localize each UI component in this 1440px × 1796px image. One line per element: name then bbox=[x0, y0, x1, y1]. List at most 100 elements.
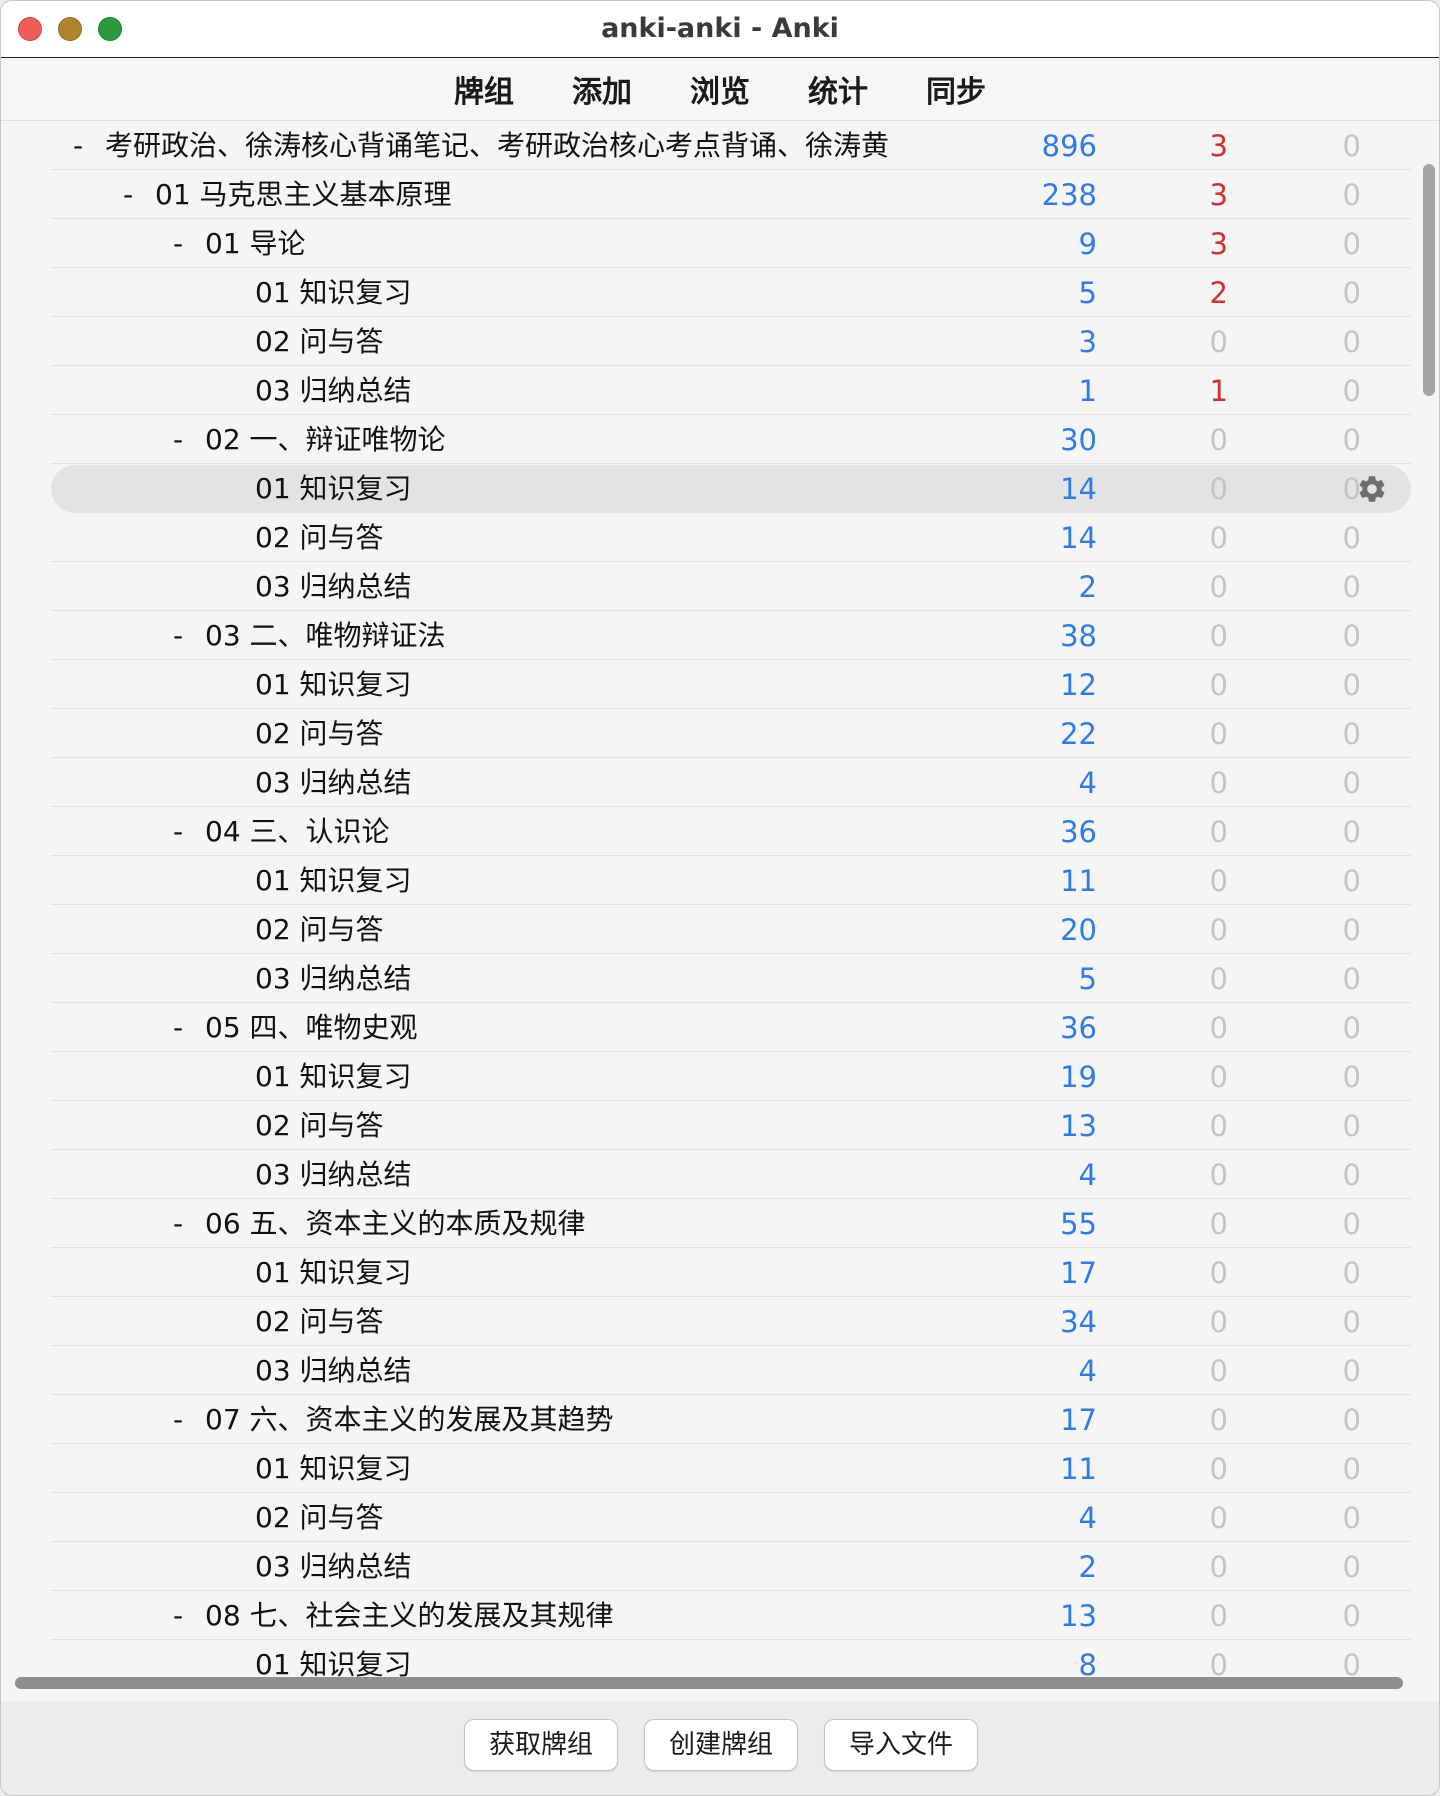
learn-count: 1 bbox=[1209, 374, 1228, 408]
deck-name[interactable]: 01 知识复习 bbox=[255, 1445, 871, 1493]
deck-row[interactable]: 03 归纳总结 5 0 0 bbox=[51, 955, 1411, 1003]
deck-row[interactable]: -01 导论 9 3 0 bbox=[51, 220, 1411, 268]
deck-name[interactable]: 03 归纳总结 bbox=[255, 1151, 871, 1199]
review-count: 0 bbox=[1342, 1158, 1361, 1192]
deck-name[interactable]: 03 归纳总结 bbox=[255, 1543, 871, 1591]
deck-row[interactable]: -04 三、认识论 36 0 0 bbox=[51, 808, 1411, 856]
deck-row[interactable]: -02 一、辩证唯物论 30 0 0 bbox=[51, 416, 1411, 464]
deck-name[interactable]: 考研政治、徐涛核心背诵笔记、考研政治核心考点背诵、徐涛黄 bbox=[105, 122, 941, 170]
deck-row[interactable]: 01 知识复习 8 0 0 bbox=[51, 1641, 1411, 1681]
deck-name[interactable]: 02 问与答 bbox=[255, 514, 871, 562]
horizontal-scrollbar[interactable] bbox=[15, 1677, 1403, 1689]
new-count: 17 bbox=[1060, 1403, 1097, 1437]
gear-icon[interactable] bbox=[1356, 473, 1388, 505]
deck-name[interactable]: 05 四、唯物史观 bbox=[205, 1004, 871, 1052]
deck-name[interactable]: 01 知识复习 bbox=[255, 269, 871, 317]
get-shared-decks-button[interactable]: 获取牌组 bbox=[464, 1719, 618, 1771]
deck-row[interactable]: 02 问与答 4 0 0 bbox=[51, 1494, 1411, 1542]
deck-row[interactable]: 02 问与答 34 0 0 bbox=[51, 1298, 1411, 1346]
deck-name[interactable]: 02 问与答 bbox=[255, 906, 871, 954]
tab-sync[interactable]: 同步 bbox=[926, 67, 986, 111]
deck-row[interactable]: 01 知识复习 11 0 0 bbox=[51, 857, 1411, 905]
deck-name[interactable]: 03 归纳总结 bbox=[255, 367, 871, 415]
collapse-toggle[interactable]: - bbox=[173, 612, 193, 660]
deck-name[interactable]: 01 知识复习 bbox=[255, 465, 871, 513]
create-deck-button[interactable]: 创建牌组 bbox=[644, 1719, 798, 1771]
deck-name[interactable]: 07 六、资本主义的发展及其趋势 bbox=[205, 1396, 871, 1444]
deck-row[interactable]: 03 归纳总结 4 0 0 bbox=[51, 759, 1411, 807]
deck-name[interactable]: 01 知识复习 bbox=[255, 1053, 871, 1101]
new-count: 2 bbox=[1078, 1550, 1097, 1584]
collapse-toggle[interactable]: - bbox=[173, 808, 193, 856]
deck-row[interactable]: -03 二、唯物辩证法 38 0 0 bbox=[51, 612, 1411, 660]
tab-browse[interactable]: 浏览 bbox=[690, 67, 750, 111]
deck-row[interactable]: 01 知识复习 5 2 0 bbox=[51, 269, 1411, 317]
deck-row[interactable]: 02 问与答 22 0 0 bbox=[51, 710, 1411, 758]
deck-name[interactable]: 08 七、社会主义的发展及其规律 bbox=[205, 1592, 871, 1640]
deck-row[interactable]: 01 知识复习 17 0 0 bbox=[51, 1249, 1411, 1297]
deck-row[interactable]: 02 问与答 3 0 0 bbox=[51, 318, 1411, 366]
deck-row[interactable]: 03 归纳总结 4 0 0 bbox=[51, 1347, 1411, 1395]
collapse-toggle[interactable]: - bbox=[123, 171, 143, 219]
new-count: 4 bbox=[1078, 1158, 1097, 1192]
review-count: 0 bbox=[1342, 962, 1361, 996]
collapse-toggle[interactable]: - bbox=[173, 1200, 193, 1248]
collapse-toggle[interactable]: - bbox=[173, 220, 193, 268]
deck-name[interactable]: 01 知识复习 bbox=[255, 661, 871, 709]
deck-name[interactable]: 01 知识复习 bbox=[255, 1249, 871, 1297]
deck-name[interactable]: 03 归纳总结 bbox=[255, 1347, 871, 1395]
tab-stats[interactable]: 统计 bbox=[808, 67, 868, 111]
deck-row-current[interactable]: 01 知识复习 14 0 0 bbox=[51, 465, 1411, 513]
deck-name[interactable]: 02 问与答 bbox=[255, 1102, 871, 1150]
deck-name[interactable]: 03 归纳总结 bbox=[255, 759, 871, 807]
deck-name[interactable]: 04 三、认识论 bbox=[205, 808, 871, 856]
new-count: 38 bbox=[1060, 619, 1097, 653]
collapse-toggle[interactable]: - bbox=[173, 416, 193, 464]
deck-name[interactable]: 01 知识复习 bbox=[255, 857, 871, 905]
deck-row[interactable]: -06 五、资本主义的本质及规律 55 0 0 bbox=[51, 1200, 1411, 1248]
import-file-button[interactable]: 导入文件 bbox=[824, 1719, 978, 1771]
deck-name[interactable]: 06 五、资本主义的本质及规律 bbox=[205, 1200, 871, 1248]
collapse-toggle[interactable]: - bbox=[173, 1396, 193, 1444]
deck-name[interactable]: 02 一、辩证唯物论 bbox=[205, 416, 871, 464]
deck-name[interactable]: 01 知识复习 bbox=[255, 1641, 871, 1681]
deck-row[interactable]: 03 归纳总结 4 0 0 bbox=[51, 1151, 1411, 1199]
learn-count: 0 bbox=[1209, 766, 1228, 800]
new-count: 36 bbox=[1060, 815, 1097, 849]
deck-name[interactable]: 03 归纳总结 bbox=[255, 563, 871, 611]
deck-name[interactable]: 02 问与答 bbox=[255, 1298, 871, 1346]
deck-row[interactable]: 01 知识复习 19 0 0 bbox=[51, 1053, 1411, 1101]
learn-count: 0 bbox=[1209, 570, 1228, 604]
deck-name[interactable]: 02 问与答 bbox=[255, 318, 871, 366]
deck-name[interactable]: 02 问与答 bbox=[255, 1494, 871, 1542]
deck-row[interactable]: -01 马克思主义基本原理 238 3 0 bbox=[51, 171, 1411, 219]
learn-count: 3 bbox=[1209, 178, 1228, 212]
deck-row[interactable]: -08 七、社会主义的发展及其规律 13 0 0 bbox=[51, 1592, 1411, 1640]
vertical-scrollbar[interactable] bbox=[1423, 164, 1435, 396]
collapse-toggle[interactable]: - bbox=[173, 1592, 193, 1640]
deck-row[interactable]: -05 四、唯物史观 36 0 0 bbox=[51, 1004, 1411, 1052]
tab-decks[interactable]: 牌组 bbox=[454, 67, 514, 111]
deck-row[interactable]: 03 归纳总结 2 0 0 bbox=[51, 563, 1411, 611]
new-count: 3 bbox=[1078, 325, 1097, 359]
deck-name[interactable]: 03 二、唯物辩证法 bbox=[205, 612, 871, 660]
deck-row[interactable]: 02 问与答 13 0 0 bbox=[51, 1102, 1411, 1150]
deck-name[interactable]: 03 归纳总结 bbox=[255, 955, 871, 1003]
learn-count: 0 bbox=[1209, 1403, 1228, 1437]
deck-name[interactable]: 02 问与答 bbox=[255, 710, 871, 758]
deck-row[interactable]: 01 知识复习 11 0 0 bbox=[51, 1445, 1411, 1493]
deck-row[interactable]: 01 知识复习 12 0 0 bbox=[51, 661, 1411, 709]
deck-row[interactable]: -07 六、资本主义的发展及其趋势 17 0 0 bbox=[51, 1396, 1411, 1444]
deck-name[interactable]: 01 马克思主义基本原理 bbox=[155, 171, 871, 219]
deck-row[interactable]: 02 问与答 14 0 0 bbox=[51, 514, 1411, 562]
deck-row[interactable]: 03 归纳总结 1 1 0 bbox=[51, 367, 1411, 415]
new-count: 4 bbox=[1078, 1354, 1097, 1388]
collapse-toggle[interactable]: - bbox=[173, 1004, 193, 1052]
learn-count: 0 bbox=[1209, 1452, 1228, 1486]
deck-row[interactable]: 03 归纳总结 2 0 0 bbox=[51, 1543, 1411, 1591]
deck-name[interactable]: 01 导论 bbox=[205, 220, 871, 268]
collapse-toggle[interactable]: - bbox=[73, 122, 93, 170]
deck-row[interactable]: - 考研政治、徐涛核心背诵笔记、考研政治核心考点背诵、徐涛黄 896 3 0 bbox=[51, 122, 1411, 170]
tab-add[interactable]: 添加 bbox=[572, 67, 632, 111]
deck-row[interactable]: 02 问与答 20 0 0 bbox=[51, 906, 1411, 954]
